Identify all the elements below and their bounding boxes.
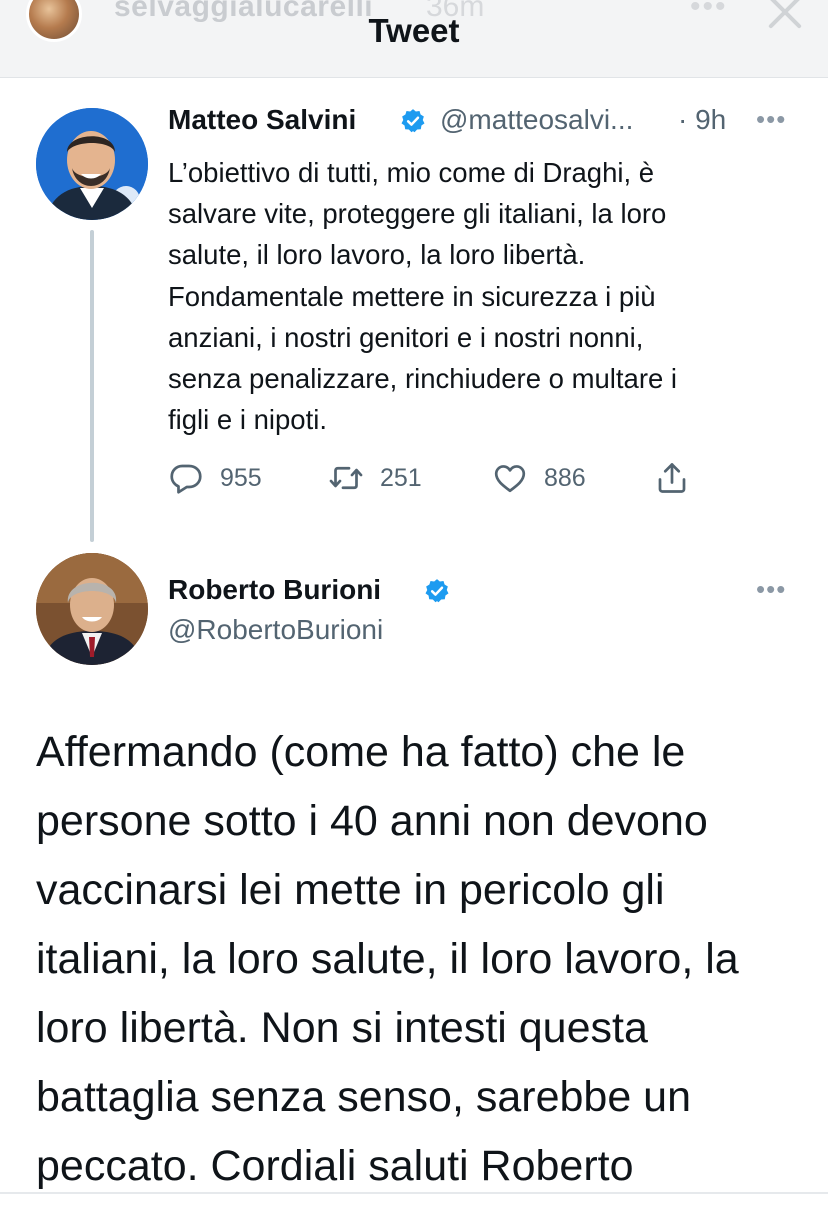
retweet-count: 251 xyxy=(380,463,422,492)
reply-count: 955 xyxy=(220,463,262,492)
avatar-image xyxy=(36,108,148,220)
tweet1-text: L’obiettivo di tutti, mio come di Draghi… xyxy=(168,157,678,436)
page-title: Tweet xyxy=(368,12,460,49)
avatar[interactable] xyxy=(36,108,148,220)
tweet1-handle[interactable]: @matteosalvi... xyxy=(440,104,633,136)
divider xyxy=(0,1192,828,1194)
story-header: selvaggialucarelli 36m ••• Tweet xyxy=(0,0,828,78)
tweet1-time: · 9h xyxy=(678,104,727,135)
share-button[interactable] xyxy=(654,456,690,500)
like-count: 886 xyxy=(544,463,586,492)
verified-badge-icon xyxy=(401,109,425,133)
reply-button[interactable]: 955 xyxy=(168,456,262,500)
reply-icon xyxy=(170,464,202,494)
tweet1-actions: 955 251 886 xyxy=(168,456,728,500)
like-button[interactable]: 886 xyxy=(492,456,586,500)
tweet1-more-icon[interactable]: ••• xyxy=(756,104,786,135)
share-icon xyxy=(658,463,686,493)
tweet2-author-name[interactable]: Roberto Burioni xyxy=(168,574,381,606)
tweet2-handle[interactable]: @RobertoBurioni xyxy=(168,614,383,646)
tweet2-more-icon[interactable]: ••• xyxy=(756,574,786,605)
tweet2-text: Affermando (come ha fatto) che le person… xyxy=(36,728,739,1190)
like-icon xyxy=(494,465,526,493)
verified-badge-icon xyxy=(425,579,449,603)
retweet-icon xyxy=(329,466,363,490)
thread-line xyxy=(90,230,94,542)
avatar-image xyxy=(36,553,148,665)
retweet-button[interactable]: 251 xyxy=(328,456,422,500)
tweet1-author-name[interactable]: Matteo Salvini xyxy=(168,104,356,136)
avatar[interactable] xyxy=(36,553,148,665)
